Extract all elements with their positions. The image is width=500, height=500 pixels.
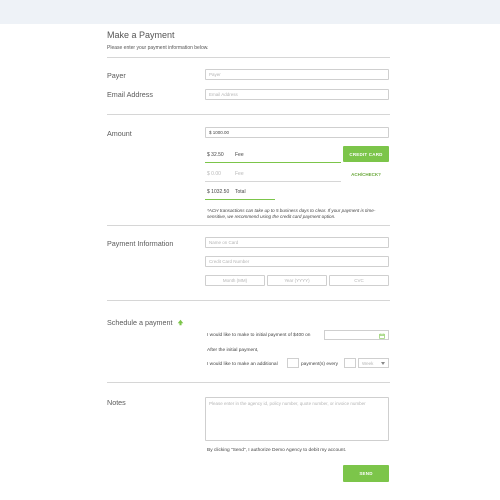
total-underline — [205, 199, 275, 200]
total-amount: $ 1032.50 — [207, 189, 230, 195]
schedule-label: Schedule a payment — [107, 318, 184, 327]
send-button[interactable]: SEND — [343, 465, 389, 482]
authorize-text: By clicking "Send", I authorize Demo Age… — [207, 448, 347, 453]
divider — [107, 57, 390, 58]
payer-label: Payer — [107, 71, 126, 80]
divider — [107, 382, 390, 383]
total-row: $ 1032.50 Total — [205, 189, 285, 197]
frequency-count-input[interactable] — [344, 358, 356, 368]
ach-fee-label: Fee — [235, 171, 244, 177]
ach-fee-row: $ 0.00 Fee — [205, 171, 285, 179]
payment-info-label: Payment Information — [107, 239, 174, 248]
initial-date-input[interactable] — [324, 330, 389, 340]
year-input[interactable]: Year (YYYY) — [267, 275, 327, 286]
after-initial-text: After the initial payment, — [207, 348, 259, 353]
ach-note: *ACH transactions can take up to 5 busin… — [207, 208, 376, 219]
card-fee-amount: $ 32.50 — [207, 152, 224, 158]
ach-check-button[interactable]: ACH/CHECK? — [343, 166, 389, 182]
notes-textarea[interactable]: Please enter in the agency id, policy nu… — [205, 397, 389, 441]
page-title: Make a Payment — [107, 30, 175, 40]
divider — [107, 225, 390, 226]
page-subtitle: Please enter your payment information be… — [107, 45, 209, 51]
name-on-card-input[interactable]: Name on Card — [205, 237, 389, 248]
card-fee-label: Fee — [235, 152, 244, 158]
cvc-input[interactable]: CVC — [329, 275, 389, 286]
ach-fee-amount: $ 0.00 — [207, 171, 221, 177]
frequency-value: Week — [362, 360, 374, 366]
initial-payment-text: I would like to make to initial payment … — [207, 333, 311, 338]
calendar-icon[interactable] — [379, 333, 385, 339]
amount-input[interactable]: $ 1000.00 — [205, 127, 389, 138]
schedule-label-text: Schedule a payment — [107, 318, 173, 327]
email-label: Email Address — [107, 90, 153, 99]
notes-label: Notes — [107, 398, 126, 407]
additional-count-input[interactable] — [287, 358, 299, 368]
top-bar — [0, 0, 500, 24]
month-input[interactable]: Month (MM) — [205, 275, 265, 286]
additional-mid-text: payment(s) every — [301, 362, 339, 367]
frequency-select[interactable]: Week — [358, 358, 389, 368]
divider — [107, 114, 390, 115]
amount-label: Amount — [107, 129, 132, 138]
total-label: Total — [235, 189, 246, 195]
additional-prefix-text: I would like to make an additional — [207, 362, 278, 367]
chevron-down-icon — [381, 361, 385, 365]
ach-fee-underline — [205, 181, 341, 182]
up-arrow-icon[interactable] — [177, 319, 184, 326]
divider — [107, 300, 390, 301]
credit-card-button[interactable]: CREDIT CARD — [343, 146, 389, 162]
card-number-input[interactable]: Credit Card Number — [205, 256, 389, 267]
card-fee-row: $ 32.50 Fee — [205, 152, 285, 160]
card-fee-underline — [205, 162, 341, 163]
email-input[interactable]: Email Address — [205, 89, 389, 100]
payer-input[interactable]: Payer — [205, 69, 389, 80]
